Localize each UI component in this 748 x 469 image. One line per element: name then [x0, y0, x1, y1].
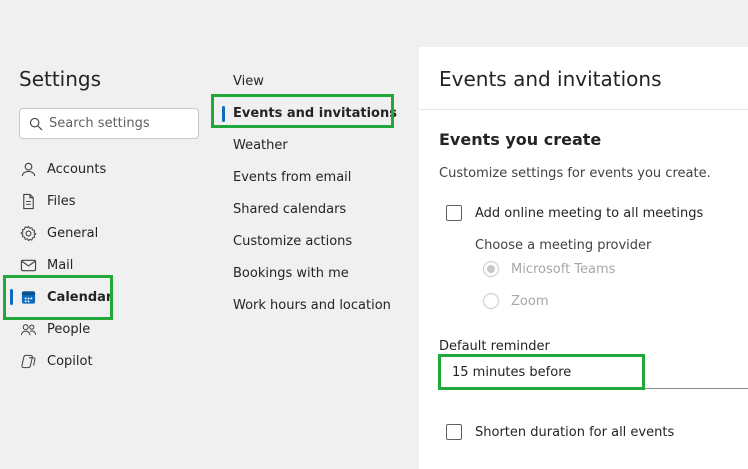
nav-item-calendar[interactable]: Calendar [19, 285, 112, 309]
settings-panel: Events and invitations Events you create… [419, 47, 748, 469]
active-indicator [10, 289, 13, 305]
nav-item-label: People [47, 321, 91, 337]
person-icon [19, 160, 37, 178]
submenu-item-customize-actions[interactable]: Customize actions [233, 230, 352, 252]
nav-item-mail[interactable]: Mail [19, 253, 73, 277]
panel-divider [419, 109, 748, 110]
online-meeting-option[interactable]: Add online meeting to all meetings [446, 205, 703, 221]
nav-item-people[interactable]: People [19, 317, 90, 341]
section-title: Events you create [439, 130, 602, 149]
search-box[interactable] [19, 108, 199, 139]
nav-item-accounts[interactable]: Accounts [19, 157, 106, 181]
calendar-submenu: View Events and invitations Weather Even… [218, 47, 419, 469]
nav-item-label: Files [47, 193, 76, 209]
provider-option-label: Microsoft Teams [511, 261, 616, 277]
gear-icon [19, 224, 37, 242]
submenu-item-events-and-invitations[interactable]: Events and invitations [233, 102, 397, 124]
submenu-item-events-from-email[interactable]: Events from email [233, 166, 351, 188]
panel-title: Events and invitations [439, 67, 662, 91]
online-meeting-label: Add online meeting to all meetings [475, 205, 704, 221]
nav-item-copilot[interactable]: Copilot [19, 349, 93, 373]
submenu-item-view[interactable]: View [233, 70, 264, 92]
copilot-icon [19, 352, 37, 370]
provider-label: Choose a meeting provider [475, 238, 652, 253]
mail-icon [19, 256, 37, 274]
nav-item-label: General [47, 225, 99, 241]
search-icon [29, 117, 43, 130]
settings-nav: Settings Accounts Files General Mail Cal… [0, 47, 218, 469]
submenu-item-bookings-with-me[interactable]: Bookings with me [233, 262, 349, 284]
submenu-item-weather[interactable]: Weather [233, 134, 288, 156]
submenu-active-indicator [222, 106, 225, 122]
reminder-label: Default reminder [439, 339, 550, 354]
shorten-duration-option[interactable]: Shorten duration for all events [446, 424, 674, 440]
provider-option-zoom[interactable]: Zoom [483, 293, 548, 309]
shorten-duration-checkbox[interactable] [446, 424, 462, 440]
nav-item-label: Copilot [47, 353, 93, 369]
nav-item-label: Mail [47, 257, 74, 273]
submenu-item-shared-calendars[interactable]: Shared calendars [233, 198, 346, 220]
top-bar [0, 0, 748, 47]
radio-zoom[interactable] [483, 293, 499, 309]
online-meeting-checkbox[interactable] [446, 205, 462, 221]
search-input[interactable] [49, 116, 189, 131]
nav-item-label: Accounts [47, 161, 107, 177]
reminder-value: 15 minutes before [452, 365, 572, 380]
settings-title: Settings [19, 67, 102, 91]
shorten-duration-label: Shorten duration for all events [475, 424, 675, 440]
provider-option-teams[interactable]: Microsoft Teams [483, 261, 615, 277]
people-icon [19, 320, 37, 338]
nav-item-general[interactable]: General [19, 221, 98, 245]
radio-teams[interactable] [483, 261, 499, 277]
file-icon [19, 192, 37, 210]
provider-option-label: Zoom [511, 293, 549, 309]
submenu-item-work-hours-and-location[interactable]: Work hours and location [233, 294, 391, 316]
calendar-icon [19, 288, 37, 306]
reminder-dropdown[interactable]: 15 minutes before [439, 357, 748, 389]
nav-item-files[interactable]: Files [19, 189, 76, 213]
nav-item-label: Calendar [47, 289, 113, 305]
section-description: Customize settings for events you create… [439, 166, 711, 181]
